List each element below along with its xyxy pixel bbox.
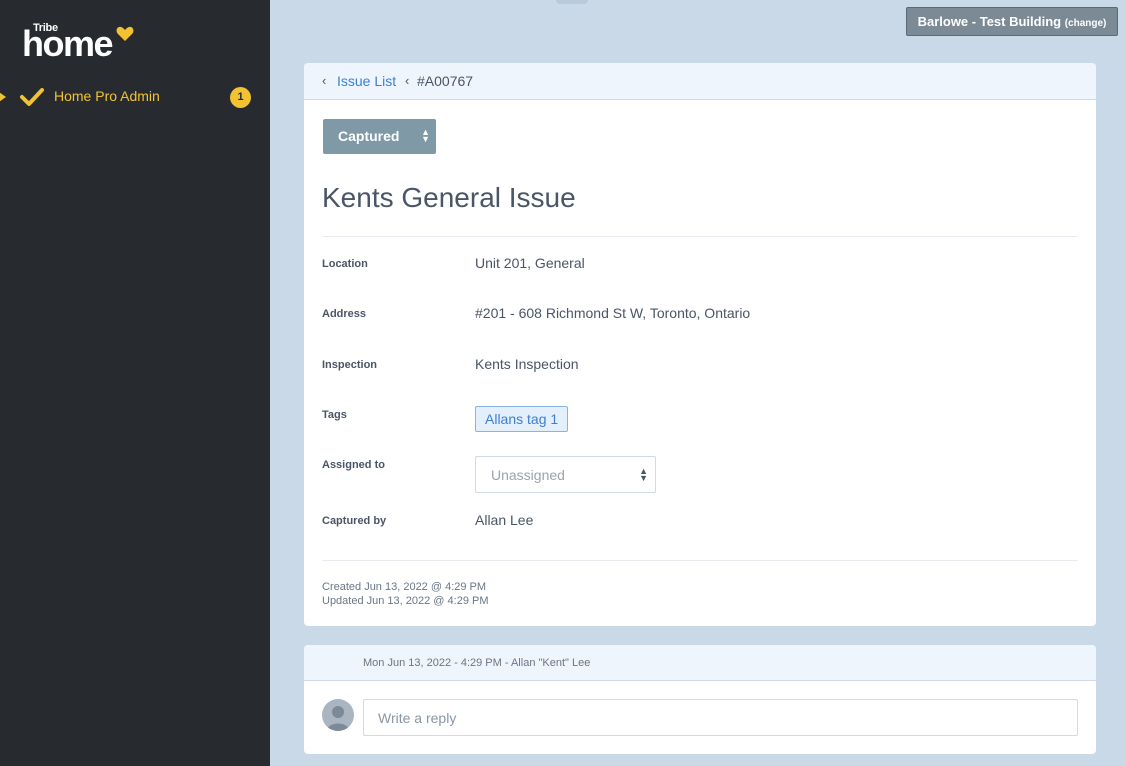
updated-timestamp: Updated Jun 13, 2022 @ 4:29 PM <box>322 595 489 607</box>
updown-arrows-icon: ▲ ▼ <box>639 466 648 483</box>
sidebar-item-label: Home Pro Admin <box>54 88 160 104</box>
chevron-left-icon: ‹ <box>322 73 327 88</box>
heart-icon <box>116 26 134 41</box>
comment-meta: Mon Jun 13, 2022 - 4:29 PM - Allan "Kent… <box>363 657 591 669</box>
divider <box>322 560 1078 561</box>
status-select[interactable]: Captured ▲ ▼ <box>323 119 436 154</box>
location-value: Unit 201, General <box>475 255 585 271</box>
issue-list-link[interactable]: Issue List <box>337 73 396 89</box>
notification-badge: 1 <box>230 87 251 108</box>
comment-header: Mon Jun 13, 2022 - 4:29 PM - Allan "Kent… <box>304 645 1096 681</box>
captured-label: Captured by <box>322 515 387 527</box>
reply-input[interactable] <box>363 699 1078 736</box>
breadcrumb: ‹ Issue List ‹ #A00767 <box>304 63 1096 100</box>
comment-card: Mon Jun 13, 2022 - 4:29 PM - Allan "Kent… <box>304 645 1096 754</box>
divider <box>322 236 1078 237</box>
page-title: Kents General Issue <box>322 182 576 213</box>
user-icon <box>327 706 349 731</box>
updown-arrows-icon: ▲ ▼ <box>421 127 430 144</box>
location-label: Location <box>322 258 368 270</box>
assignee-value: Unassigned <box>491 467 565 483</box>
address-value: #201 - 608 Richmond St W, Toronto, Ontar… <box>475 305 751 321</box>
building-name: Barlowe - Test Building <box>917 14 1062 29</box>
sidebar: Tribe home Home Pro Admin 1 <box>0 0 270 766</box>
building-switch-button[interactable]: Barlowe - Test Building (change) <box>906 7 1118 36</box>
assigned-label: Assigned to <box>322 459 385 471</box>
sidebar-item-home-pro-admin[interactable]: Home Pro Admin 1 <box>0 82 270 110</box>
tribe-home-logo[interactable]: Tribe home <box>22 22 142 62</box>
issue-card: ‹ Issue List ‹ #A00767 Captured ▲ ▼ Kents… <box>304 63 1096 626</box>
active-marker-icon <box>0 92 6 102</box>
chevron-left-icon: ‹ <box>405 73 410 88</box>
inspection-value: Kents Inspection <box>475 356 579 372</box>
assignee-select[interactable]: Unassigned ▲ ▼ <box>475 456 656 493</box>
created-timestamp: Created Jun 13, 2022 @ 4:29 PM <box>322 581 487 593</box>
captured-value: Allan Lee <box>475 512 534 528</box>
issue-id: #A00767 <box>417 73 474 89</box>
inspection-label: Inspection <box>322 359 378 371</box>
avatar <box>322 699 354 731</box>
status-value: Captured <box>338 128 400 144</box>
tags-label: Tags <box>322 409 347 421</box>
top-handle <box>556 0 588 4</box>
checkmark-icon <box>20 88 44 106</box>
tag-chip[interactable]: Allans tag 1 <box>475 406 569 432</box>
logo-main-text: home <box>22 23 114 64</box>
address-label: Address <box>322 308 367 320</box>
building-change-link: (change) <box>1064 18 1107 29</box>
